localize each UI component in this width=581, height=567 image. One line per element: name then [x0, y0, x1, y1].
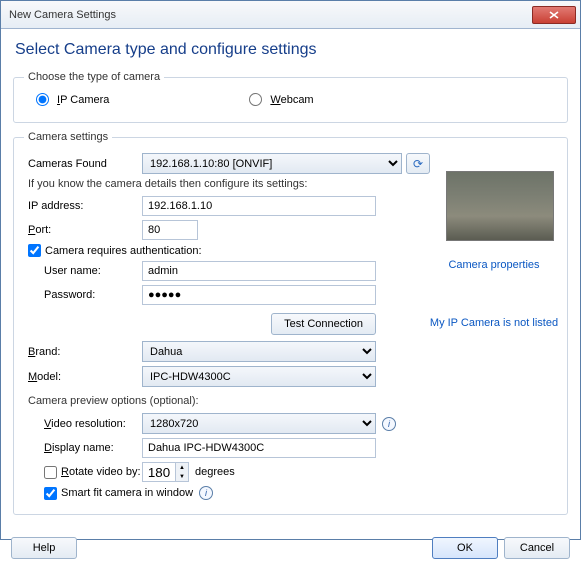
ip-address-label: IP address:: [24, 200, 142, 212]
radio-webcam-label: Webcam: [270, 94, 313, 106]
camera-type-group: Choose the type of camera IP Camera Webc…: [13, 71, 568, 123]
dialog-window: New Camera Settings Select Camera type a…: [0, 0, 581, 540]
info-icon[interactable]: i: [382, 417, 396, 431]
auth-label: Camera requires authentication:: [45, 245, 202, 257]
port-label: Port:: [24, 224, 142, 236]
info-icon[interactable]: i: [199, 486, 213, 500]
close-icon: [549, 11, 559, 19]
camera-not-listed-link[interactable]: My IP Camera is not listed: [430, 317, 558, 329]
radio-webcam[interactable]: Webcam: [249, 93, 313, 106]
dialog-footer: Help OK Cancel: [1, 531, 580, 567]
display-name-input[interactable]: [142, 438, 376, 458]
test-connection-button[interactable]: Test Connection: [271, 313, 376, 335]
cancel-button[interactable]: Cancel: [504, 537, 570, 559]
rotate-units: degrees: [195, 466, 235, 478]
content-area: Select Camera type and configure setting…: [1, 29, 580, 531]
auth-checkbox[interactable]: [28, 244, 41, 257]
camera-properties-link[interactable]: Camera properties: [448, 259, 539, 271]
smartfit-checkbox[interactable]: [44, 487, 57, 500]
close-button[interactable]: [532, 6, 576, 24]
ok-button[interactable]: OK: [432, 537, 498, 559]
refresh-icon: ⟳: [413, 157, 423, 171]
window-title: New Camera Settings: [9, 9, 532, 21]
radio-webcam-input[interactable]: [249, 93, 262, 106]
model-label: Model:: [24, 371, 142, 383]
titlebar: New Camera Settings: [1, 1, 580, 29]
smartfit-label: Smart fit camera in window: [61, 487, 193, 499]
video-resolution-select[interactable]: 1280x720: [142, 413, 376, 434]
camera-settings-group: Camera settings Camera properties My IP …: [13, 131, 568, 515]
password-label: Password:: [24, 289, 142, 301]
camera-settings-legend: Camera settings: [24, 131, 112, 143]
brand-label: Brand:: [24, 346, 142, 358]
camera-type-legend: Choose the type of camera: [24, 71, 164, 83]
username-input[interactable]: [142, 261, 376, 281]
page-title: Select Camera type and configure setting…: [15, 41, 568, 59]
rotate-label: Rotate video by:: [61, 466, 141, 478]
brand-select[interactable]: Dahua: [142, 341, 376, 362]
rotate-checkbox[interactable]: [44, 466, 57, 479]
rotate-spinner[interactable]: ▲ ▼: [142, 462, 189, 482]
help-button[interactable]: Help: [11, 537, 77, 559]
right-column: Camera properties My IP Camera is not li…: [429, 171, 559, 329]
username-label: User name:: [24, 265, 142, 277]
rotate-down-arrow[interactable]: ▼: [176, 472, 188, 481]
radio-ip-camera[interactable]: IP Camera: [36, 93, 109, 106]
cameras-found-label: Cameras Found: [24, 158, 142, 170]
model-select[interactable]: IPC-HDW4300C: [142, 366, 376, 387]
rotate-value-input[interactable]: [142, 462, 176, 482]
radio-ip-camera-label: IP Camera: [57, 94, 109, 106]
cameras-found-select[interactable]: 192.168.1.10:80 [ONVIF]: [142, 153, 402, 174]
port-input[interactable]: [142, 220, 198, 240]
video-resolution-label: Video resolution:: [24, 418, 142, 430]
refresh-button[interactable]: ⟳: [406, 153, 430, 174]
ip-address-input[interactable]: [142, 196, 376, 216]
radio-ip-camera-input[interactable]: [36, 93, 49, 106]
preview-options-heading: Camera preview options (optional):: [28, 395, 557, 407]
camera-preview-image: [446, 171, 554, 241]
password-input[interactable]: [142, 285, 376, 305]
rotate-up-arrow[interactable]: ▲: [176, 463, 188, 472]
display-name-label: Display name:: [24, 442, 142, 454]
